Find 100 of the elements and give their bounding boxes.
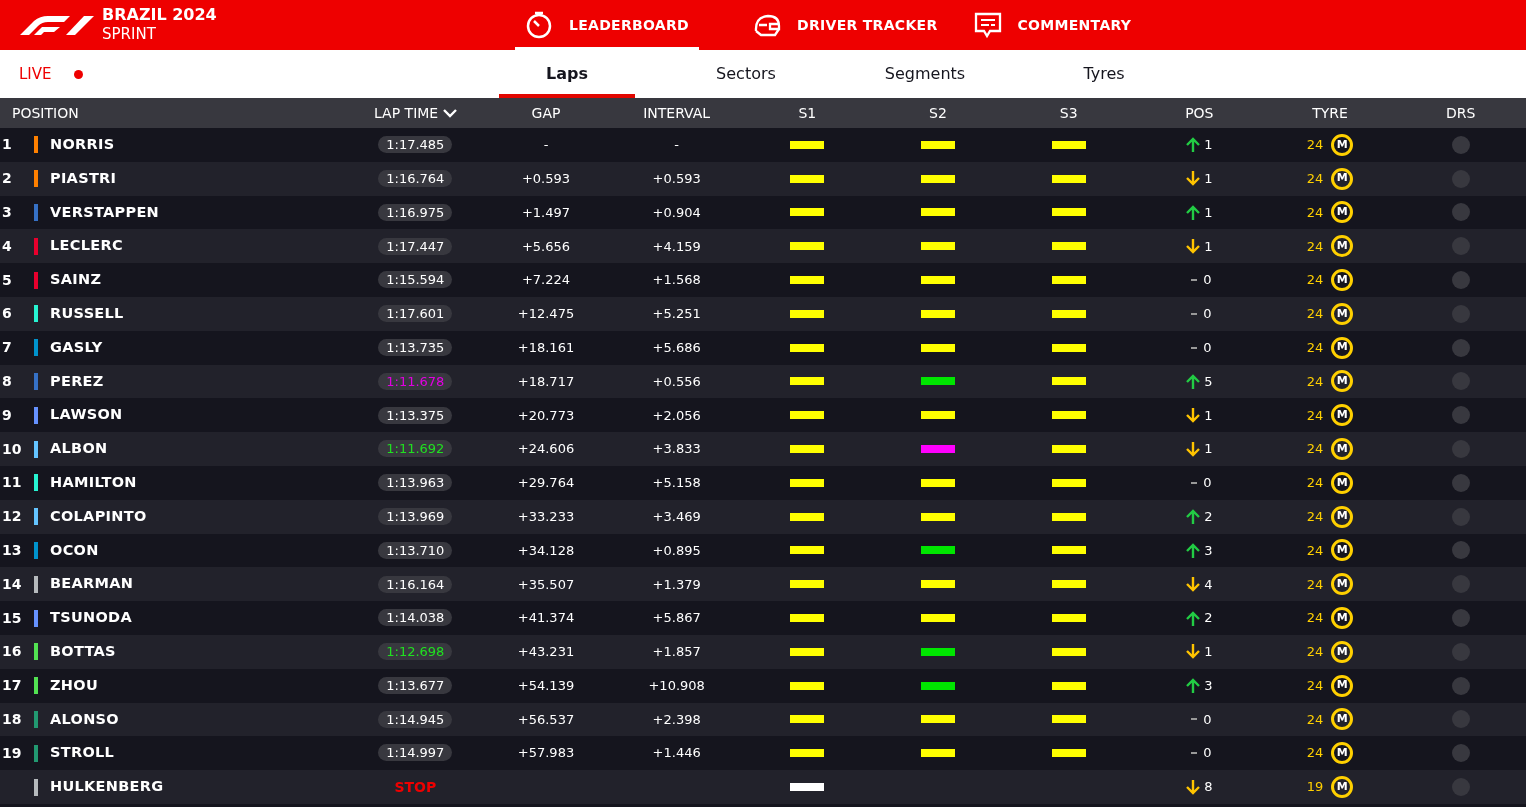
tyre-compound: M xyxy=(1331,674,1354,697)
stopwatch-icon xyxy=(525,11,553,39)
position-change: 0 xyxy=(1203,744,1212,763)
view-tab[interactable]: Segments xyxy=(857,50,993,98)
driver-name: COLAPINTO xyxy=(50,506,147,526)
driver-name: RUSSELL xyxy=(50,304,124,323)
tyre-compound: M xyxy=(1331,404,1354,427)
tyre-compound: M xyxy=(1331,269,1354,292)
position-number: 11 xyxy=(2,474,22,491)
driver-name: LECLERC xyxy=(50,236,123,256)
gap-value: +0.593 xyxy=(521,170,571,186)
gap-value: +18.161 xyxy=(517,339,575,355)
tyre-laps: 24 xyxy=(1306,406,1324,425)
tyre-compound: M xyxy=(1331,336,1354,359)
column-header: TYRE xyxy=(1312,104,1348,121)
tyre-laps: 24 xyxy=(1306,203,1324,222)
column-header: S2 xyxy=(929,104,947,121)
tyre-laps: 24 xyxy=(1306,643,1324,662)
position-change: 4 xyxy=(1204,575,1213,594)
position-number: 17 xyxy=(2,677,22,694)
gap-value: +41.374 xyxy=(517,610,575,626)
tyre-compound: M xyxy=(1331,776,1354,799)
tyre-compound: M xyxy=(1331,201,1354,224)
position-number: 5 xyxy=(2,271,12,288)
gap-value: +57.983 xyxy=(517,745,575,761)
position-number: 16 xyxy=(2,643,22,660)
interval-value: +1.857 xyxy=(652,644,701,660)
position-change: 0 xyxy=(1203,305,1212,324)
tyre-laps: 24 xyxy=(1306,169,1324,188)
tyre-compound: M xyxy=(1331,505,1354,528)
chevron-down-icon xyxy=(442,109,457,118)
position-number: 1 xyxy=(2,136,12,153)
view-tab[interactable]: Sectors xyxy=(678,50,814,98)
lap-time: 1:13.375 xyxy=(378,406,453,424)
position-number: 9 xyxy=(2,406,12,423)
tyre-compound: M xyxy=(1331,438,1354,461)
live-indicator: LIVE xyxy=(19,63,52,85)
interval-value: +1.568 xyxy=(652,272,701,288)
position-number: 3 xyxy=(2,204,12,220)
lap-time: 1:14.038 xyxy=(378,609,453,627)
driver-name: OCON xyxy=(50,540,99,560)
position-number: 8 xyxy=(2,372,12,389)
lap-time: 1:13.710 xyxy=(378,541,453,559)
lap-time: 1:17.447 xyxy=(378,237,453,255)
tyre-compound: M xyxy=(1331,302,1354,325)
gap-value: +24.606 xyxy=(517,441,575,457)
interval-value: +0.904 xyxy=(652,204,701,220)
position-change: 1 xyxy=(1204,406,1213,425)
driver-name: TSUNODA xyxy=(50,608,132,628)
driver-name: HULKENBERG xyxy=(50,777,164,797)
chat-bubble-icon xyxy=(973,11,1002,39)
lap-time: 1:14.945 xyxy=(378,710,453,728)
driver-name: NORRIS xyxy=(50,135,115,154)
position-number: 2 xyxy=(2,170,12,187)
nav-tab[interactable]: COMMENTARY xyxy=(967,0,1138,50)
interval-value: +4.159 xyxy=(652,238,701,254)
position-change: 5 xyxy=(1204,372,1213,391)
gap-value: +7.224 xyxy=(521,272,571,288)
gap-value: +12.475 xyxy=(517,306,575,322)
position-change: 1 xyxy=(1204,203,1213,222)
interval-value: +0.895 xyxy=(652,542,701,558)
position-change: 2 xyxy=(1204,609,1213,628)
tyre-laps: 24 xyxy=(1306,575,1324,594)
position-number: 18 xyxy=(2,710,22,727)
driver-name: PIASTRI xyxy=(50,168,117,188)
driver-name: BEARMAN xyxy=(50,574,134,594)
position-change: 0 xyxy=(1203,474,1212,493)
position-change: 1 xyxy=(1204,237,1213,256)
tyre-compound: M xyxy=(1331,708,1354,731)
position-number: 7 xyxy=(2,339,12,356)
tyre-laps: 24 xyxy=(1306,676,1324,695)
nav-tab[interactable]: DRIVER TRACKER xyxy=(747,0,944,50)
tyre-laps: 24 xyxy=(1306,237,1324,256)
tyre-laps: 24 xyxy=(1306,710,1324,729)
tyre-laps: 24 xyxy=(1306,474,1324,493)
lap-time: 1:16.764 xyxy=(378,169,453,187)
gap-value: - xyxy=(543,137,549,153)
column-header[interactable]: LAP TIME xyxy=(374,104,457,121)
position-change: 1 xyxy=(1204,169,1213,188)
position-change: 1 xyxy=(1204,440,1213,459)
position-change: 0 xyxy=(1203,271,1212,290)
driver-name: ALONSO xyxy=(50,709,119,729)
lap-time: 1:13.963 xyxy=(378,474,453,492)
position-change: 3 xyxy=(1204,676,1213,695)
driver-name: ZHOU xyxy=(50,675,98,695)
position-number: 14 xyxy=(2,575,22,592)
interval-value: +0.556 xyxy=(652,373,701,389)
tyre-laps: 24 xyxy=(1306,372,1324,391)
interval-value: +3.833 xyxy=(652,441,701,457)
lap-time: 1:15.594 xyxy=(378,271,453,289)
view-tab[interactable]: Tyres xyxy=(1036,50,1172,98)
nav-tab[interactable]: LEADERBOARD xyxy=(515,0,699,50)
tyre-compound: M xyxy=(1331,167,1354,190)
tyre-compound: M xyxy=(1331,742,1354,765)
driver-name: HAMILTON xyxy=(50,473,137,492)
gap-value: +43.231 xyxy=(517,644,575,660)
interval-value: +5.686 xyxy=(652,339,701,355)
tyre-compound: M xyxy=(1331,133,1354,156)
interval-value: +3.469 xyxy=(652,508,701,524)
position-number: 12 xyxy=(2,508,22,525)
